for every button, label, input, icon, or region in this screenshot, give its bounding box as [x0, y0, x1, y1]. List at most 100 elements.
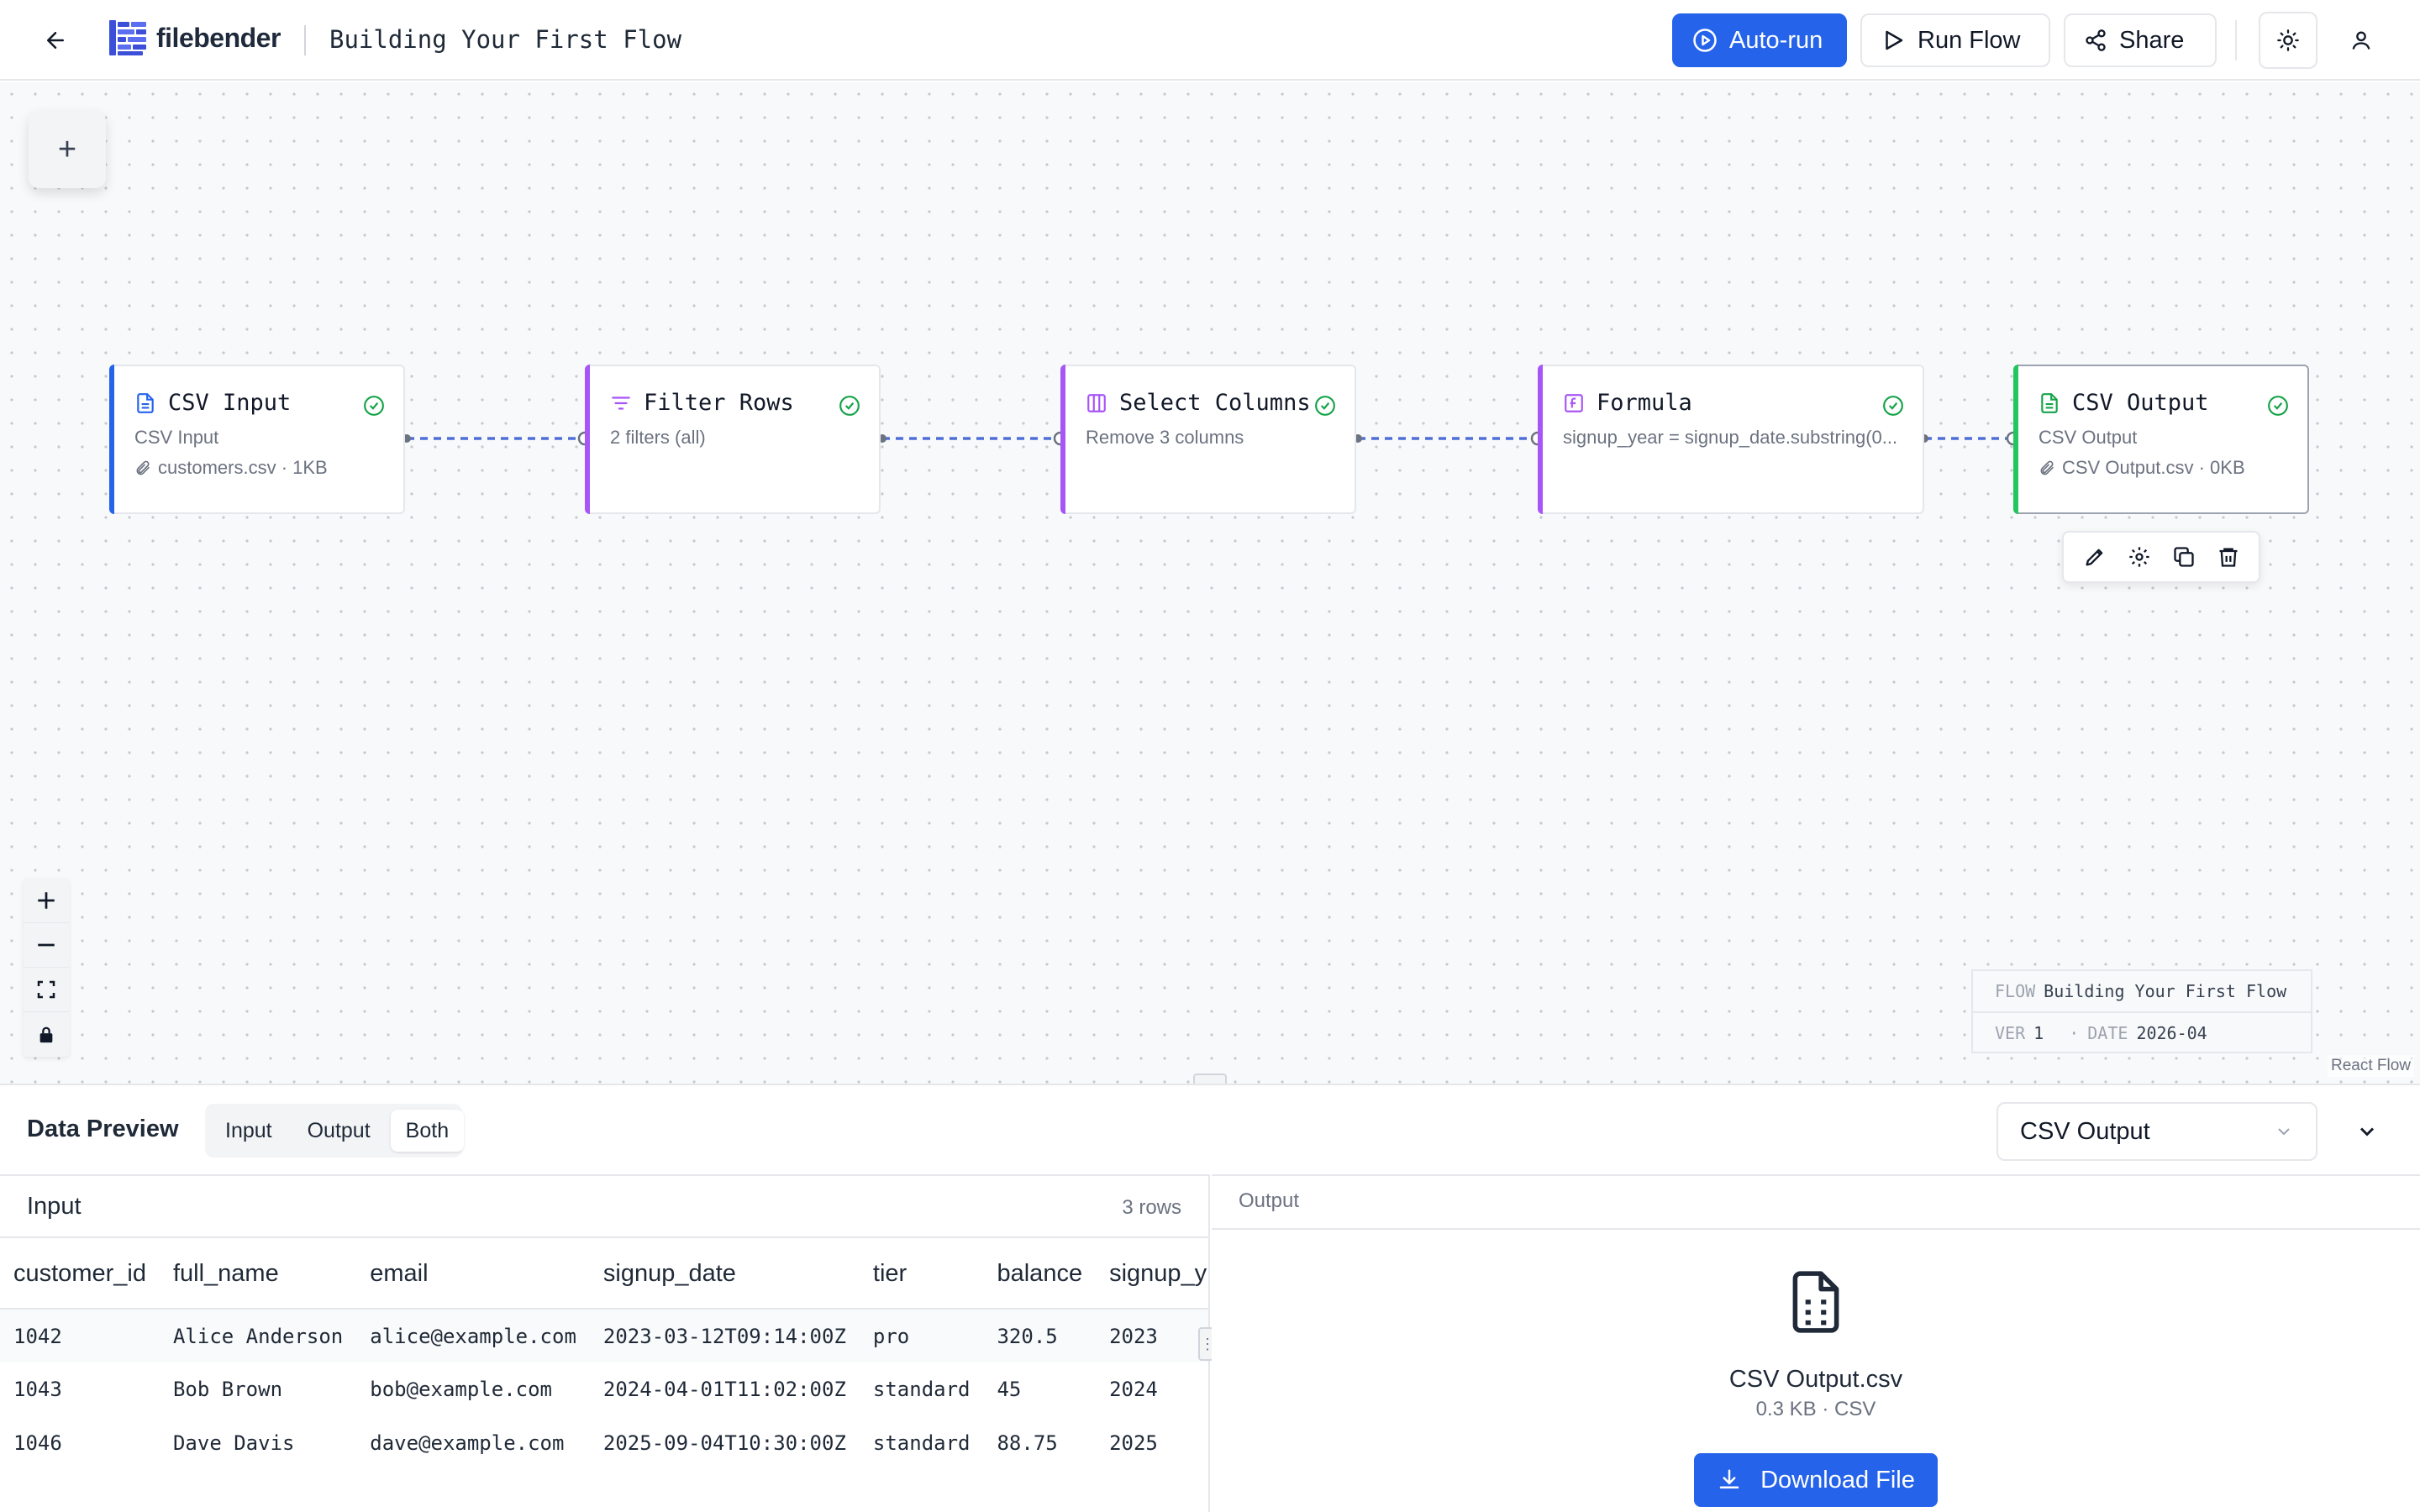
- node-accent-bar: [1060, 365, 1065, 514]
- check-circle-icon: [839, 396, 860, 416]
- output-file-meta: 0.3 KB · CSV: [1755, 1398, 1876, 1420]
- output-preview-pane: Output CSV Output.csv 0.3 KB · CSV Downl…: [1212, 1174, 2420, 1512]
- copy-icon[interactable]: [2167, 540, 2201, 574]
- node-subtitle: 2 filters (all): [610, 427, 706, 448]
- column-header[interactable]: customer_id: [0, 1240, 160, 1310]
- table-cell: Dave Davis: [172, 1431, 295, 1455]
- node-formula[interactable]: Formula signup_year = signup_date.substr…: [1538, 365, 1924, 514]
- zoom-out-icon[interactable]: [24, 923, 69, 968]
- node-title: CSV Input: [168, 390, 292, 416]
- meta-divider: [1973, 1011, 2311, 1013]
- fit-view-icon[interactable]: [24, 968, 69, 1012]
- mode-input-tab[interactable]: Input: [210, 1110, 287, 1152]
- table-cell: 88.75: [997, 1431, 1058, 1455]
- node-csv-input[interactable]: CSV Input CSV Input customers.csv · 1KB: [109, 365, 405, 514]
- theme-toggle-button[interactable]: [2259, 12, 2317, 69]
- input-pane-title: Input: [27, 1193, 82, 1220]
- table-cell: Alice Anderson: [159, 1309, 357, 1362]
- filter-icon: [612, 396, 630, 410]
- share-button[interactable]: Share: [2064, 13, 2217, 67]
- preview-mode-toggle: Input Output Both: [205, 1104, 465, 1158]
- node-title: CSV Output: [2072, 390, 2209, 416]
- trash-icon[interactable]: [2212, 540, 2245, 574]
- flow-canvas[interactable]: + CSV Input CSV Input customers.csv · 1K…: [0, 82, 2420, 1084]
- collapse-preview-button[interactable]: [2346, 1110, 2388, 1152]
- check-circle-icon: [2268, 396, 2288, 416]
- node-subtitle: signup_year = signup_date.substring(0...: [1563, 427, 1898, 448]
- zoom-controls: [24, 879, 69, 1057]
- meta-ver-value: 1: [2033, 1023, 2044, 1043]
- paperclip-icon: [2040, 460, 2054, 475]
- back-arrow-icon[interactable]: [37, 22, 74, 59]
- meta-flow-value: Building Your First Flow: [2044, 981, 2287, 1001]
- run-flow-button[interactable]: Run Flow: [1860, 13, 2050, 67]
- table-cell: pro: [859, 1309, 984, 1362]
- column-header[interactable]: tier: [859, 1240, 984, 1310]
- node-file: customers.csv · 1KB: [134, 457, 328, 479]
- table-cell: standard: [872, 1378, 971, 1401]
- logo-text: filebender: [156, 22, 281, 53]
- node-title: Formula: [1597, 390, 1692, 416]
- node-accent-bar: [2013, 365, 2018, 514]
- table-cell: 2023-03-12T09:14:00Z: [589, 1309, 860, 1362]
- preview-node-select[interactable]: CSV Output: [1996, 1102, 2317, 1161]
- table-row: 1046 Dave Davis dave@example.com 2025-09…: [0, 1416, 1208, 1470]
- edit-icon[interactable]: [2078, 540, 2112, 574]
- table-cell: 2025-09-04T10:30:00Z: [602, 1431, 846, 1455]
- react-flow-attribution[interactable]: React Flow: [2328, 1055, 2415, 1077]
- table-cell: 2024-04-01T11:02:00Z: [602, 1378, 846, 1401]
- column-header[interactable]: email: [356, 1240, 590, 1310]
- node-filter-rows[interactable]: Filter Rows 2 filters (all): [585, 365, 881, 514]
- lock-icon[interactable]: [24, 1012, 69, 1057]
- mode-both-tab[interactable]: Both: [390, 1110, 465, 1152]
- table-cell: dave@example.com: [370, 1431, 565, 1455]
- input-data-table: customer_id full_name email signup_date …: [0, 1240, 1208, 1470]
- column-header[interactable]: full_name: [159, 1240, 357, 1310]
- selected-node-label: CSV Output: [2020, 1117, 2150, 1145]
- check-circle-icon: [1315, 396, 1335, 416]
- node-subtitle: Remove 3 columns: [1086, 427, 1244, 448]
- flow-edges: [402, 431, 2021, 446]
- table-row: 1042 Alice Anderson alice@example.com 20…: [0, 1309, 1208, 1362]
- table-cell: bob@example.com: [370, 1378, 553, 1401]
- mode-output-tab[interactable]: Output: [292, 1110, 386, 1152]
- node-file: CSV Output.csv · 0KB: [2039, 457, 2245, 479]
- table-cell: alice@example.com: [356, 1309, 590, 1362]
- column-header[interactable]: balance: [983, 1240, 1097, 1310]
- user-menu-button[interactable]: [2341, 20, 2381, 60]
- meta-date-value: 2026-04: [2136, 1023, 2207, 1043]
- gear-icon[interactable]: [2123, 540, 2156, 574]
- auto-run-button[interactable]: Auto-run: [1672, 13, 1847, 67]
- sun-icon: [2277, 29, 2299, 51]
- app-logo[interactable]: filebender: [108, 18, 281, 57]
- node-subtitle: CSV Output: [2039, 427, 2138, 448]
- file-text-icon: [137, 392, 154, 413]
- column-header[interactable]: signup_date: [589, 1240, 860, 1310]
- row-count: 3 rows: [1122, 1196, 1181, 1219]
- node-accent-bar: [1538, 365, 1543, 514]
- download-icon: [1719, 1469, 1739, 1488]
- zoom-in-icon[interactable]: [24, 879, 69, 923]
- function-icon: [1565, 393, 1583, 412]
- play-circle-icon: [1693, 29, 1717, 52]
- node-select-columns[interactable]: Select Columns Remove 3 columns: [1060, 365, 1356, 514]
- filebender-logo-icon: [109, 20, 146, 55]
- flow-title[interactable]: Building Your First Flow: [329, 25, 681, 54]
- header-divider: [2235, 20, 2237, 60]
- app-header: filebender Building Your First Flow Auto…: [0, 0, 2420, 81]
- column-header[interactable]: signup_y: [1096, 1240, 1208, 1310]
- file-spreadsheet-icon: [1792, 1271, 1839, 1333]
- table-cell: 320.5: [983, 1309, 1097, 1362]
- download-file-button[interactable]: Download File: [1694, 1453, 1938, 1507]
- table-row: 1043 Bob Brown bob@example.com 2024-04-0…: [0, 1362, 1208, 1416]
- table-cell: 2023: [1096, 1309, 1208, 1362]
- meta-ver-key: VER: [1995, 1023, 2026, 1043]
- meta-date-key: DATE: [2087, 1023, 2128, 1043]
- chevron-down-icon: [2278, 1128, 2290, 1136]
- add-node-button[interactable]: +: [29, 111, 106, 188]
- node-csv-output[interactable]: CSV Output CSV Output CSV Output.csv · 0…: [2013, 365, 2309, 514]
- table-cell: 1043: [13, 1378, 62, 1401]
- file-output-icon: [2041, 392, 2058, 413]
- share-icon: [2086, 29, 2106, 51]
- data-preview-title: Data Preview: [27, 1116, 179, 1142]
